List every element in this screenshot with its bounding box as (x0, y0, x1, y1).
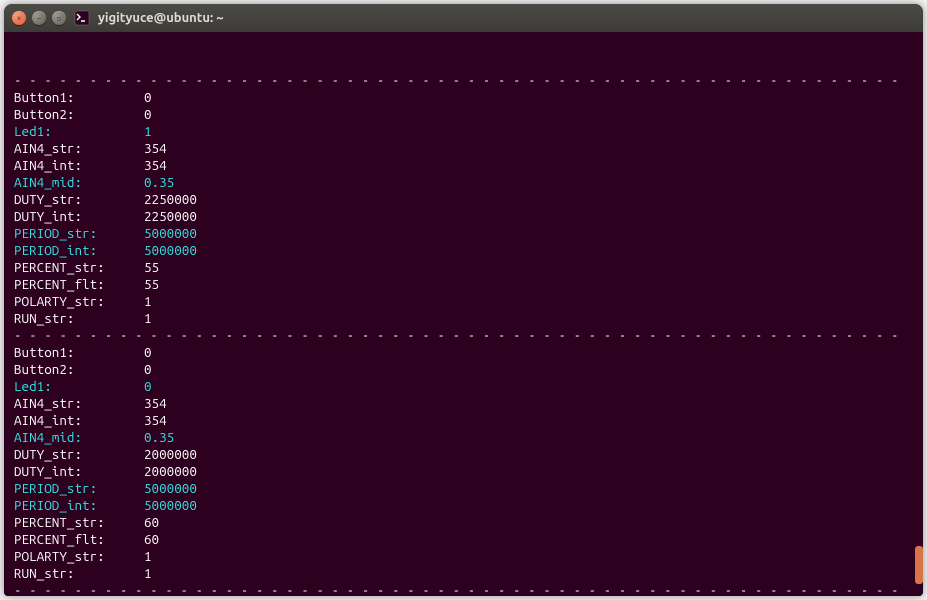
output-key: PERCENT_str: (14, 259, 144, 276)
output-key: AIN4_mid: (14, 429, 144, 446)
output-value: 0.35 (144, 174, 174, 191)
output-value: 0 (144, 361, 152, 378)
output-row: RUN_str:1 (14, 565, 913, 582)
window-title: yigityuce@ubuntu: ~ (98, 11, 224, 25)
output-row: PERCENT_str:55 (14, 259, 913, 276)
close-icon[interactable]: × (12, 11, 26, 25)
output-row: AIN4_mid:0.35 (14, 429, 913, 446)
output-row: PERIOD_int:5000000 (14, 497, 913, 514)
output-key: Led1: (14, 378, 144, 395)
output-row: PERIOD_str:5000000 (14, 480, 913, 497)
output-value: 60 (144, 531, 159, 548)
output-row: DUTY_int:2000000 (14, 463, 913, 480)
output-row: RUN_str:1 (14, 310, 913, 327)
output-value: 1 (144, 293, 152, 310)
output-value: 0 (144, 106, 152, 123)
output-row: Button1:0 (14, 344, 913, 361)
output-value: 55 (144, 276, 159, 293)
output-key: AIN4_int: (14, 412, 144, 429)
maximize-icon[interactable]: ▫ (52, 11, 66, 25)
output-row: PERCENT_flt:55 (14, 276, 913, 293)
output-key: PERCENT_flt: (14, 531, 144, 548)
output-row: Button2:0 (14, 106, 913, 123)
output-key: AIN4_mid: (14, 174, 144, 191)
output-value: 5000000 (144, 242, 197, 259)
output-row: PERIOD_int:5000000 (14, 242, 913, 259)
output-key: DUTY_int: (14, 463, 144, 480)
output-value: 1 (144, 565, 152, 582)
output-key: AIN4_int: (14, 157, 144, 174)
output-key: PERIOD_str: (14, 225, 144, 242)
output-key: RUN_str: (14, 565, 144, 582)
output-value: 354 (144, 140, 167, 157)
output-key: DUTY_str: (14, 191, 144, 208)
output-key: Button2: (14, 361, 144, 378)
output-row: PERIOD_str:5000000 (14, 225, 913, 242)
terminal-output: - - - - - - - - - - - - - - - - - - - - … (14, 72, 913, 596)
output-value: 354 (144, 157, 167, 174)
output-row: DUTY_int:2250000 (14, 208, 913, 225)
output-key: PERIOD_int: (14, 242, 144, 259)
output-value: 354 (144, 412, 167, 429)
output-key: POLARTY_str: (14, 293, 144, 310)
output-key: Led1: (14, 123, 144, 140)
output-value: 60 (144, 514, 159, 531)
output-row: AIN4_mid:0.35 (14, 174, 913, 191)
output-value: 0 (144, 89, 152, 106)
window-buttons: × − ▫ (12, 11, 66, 25)
output-value: 2000000 (144, 463, 197, 480)
separator-line: - - - - - - - - - - - - - - - - - - - - … (14, 327, 913, 344)
scrollbar-thumb[interactable] (915, 546, 923, 584)
output-row: AIN4_int:354 (14, 412, 913, 429)
minimize-icon[interactable]: − (32, 11, 46, 25)
output-key: Button1: (14, 89, 144, 106)
titlebar[interactable]: × − ▫ yigityuce@ubuntu: ~ (4, 4, 923, 32)
output-row: Led1:1 (14, 123, 913, 140)
output-value: 5000000 (144, 497, 197, 514)
output-key: PERCENT_str: (14, 514, 144, 531)
output-row: AIN4_int:354 (14, 157, 913, 174)
output-row: POLARTY_str:1 (14, 548, 913, 565)
output-row: PERCENT_flt:60 (14, 531, 913, 548)
output-value: 0 (144, 344, 152, 361)
terminal-window: × − ▫ yigityuce@ubuntu: ~ - - - - - - - … (4, 4, 923, 596)
separator-line: - - - - - - - - - - - - - - - - - - - - … (14, 582, 913, 596)
output-row: PERCENT_str:60 (14, 514, 913, 531)
output-key: AIN4_str: (14, 395, 144, 412)
output-value: 2250000 (144, 208, 197, 225)
output-row: Button1:0 (14, 89, 913, 106)
output-row: AIN4_str:354 (14, 395, 913, 412)
output-row: Led1:0 (14, 378, 913, 395)
separator-line: - - - - - - - - - - - - - - - - - - - - … (14, 72, 913, 89)
output-value: 1 (144, 310, 152, 327)
output-row: POLARTY_str:1 (14, 293, 913, 310)
output-value: 5000000 (144, 480, 197, 497)
output-value: 354 (144, 395, 167, 412)
output-key: PERIOD_str: (14, 480, 144, 497)
output-row: DUTY_str:2250000 (14, 191, 913, 208)
output-key: PERIOD_int: (14, 497, 144, 514)
output-key: Button2: (14, 106, 144, 123)
terminal-body[interactable]: - - - - - - - - - - - - - - - - - - - - … (4, 32, 923, 596)
output-key: RUN_str: (14, 310, 144, 327)
output-value: 2250000 (144, 191, 197, 208)
output-value: 2000000 (144, 446, 197, 463)
output-value: 55 (144, 259, 159, 276)
output-value: 0 (144, 378, 152, 395)
output-key: POLARTY_str: (14, 548, 144, 565)
output-key: Button1: (14, 344, 144, 361)
output-row: Button2:0 (14, 361, 913, 378)
output-key: PERCENT_flt: (14, 276, 144, 293)
output-row: DUTY_str:2000000 (14, 446, 913, 463)
output-key: DUTY_str: (14, 446, 144, 463)
output-value: 0.35 (144, 429, 174, 446)
output-row: AIN4_str:354 (14, 140, 913, 157)
output-key: AIN4_str: (14, 140, 144, 157)
output-value: 1 (144, 548, 152, 565)
terminal-app-icon (74, 10, 90, 26)
output-value: 5000000 (144, 225, 197, 242)
output-key: DUTY_int: (14, 208, 144, 225)
output-value: 1 (144, 123, 152, 140)
